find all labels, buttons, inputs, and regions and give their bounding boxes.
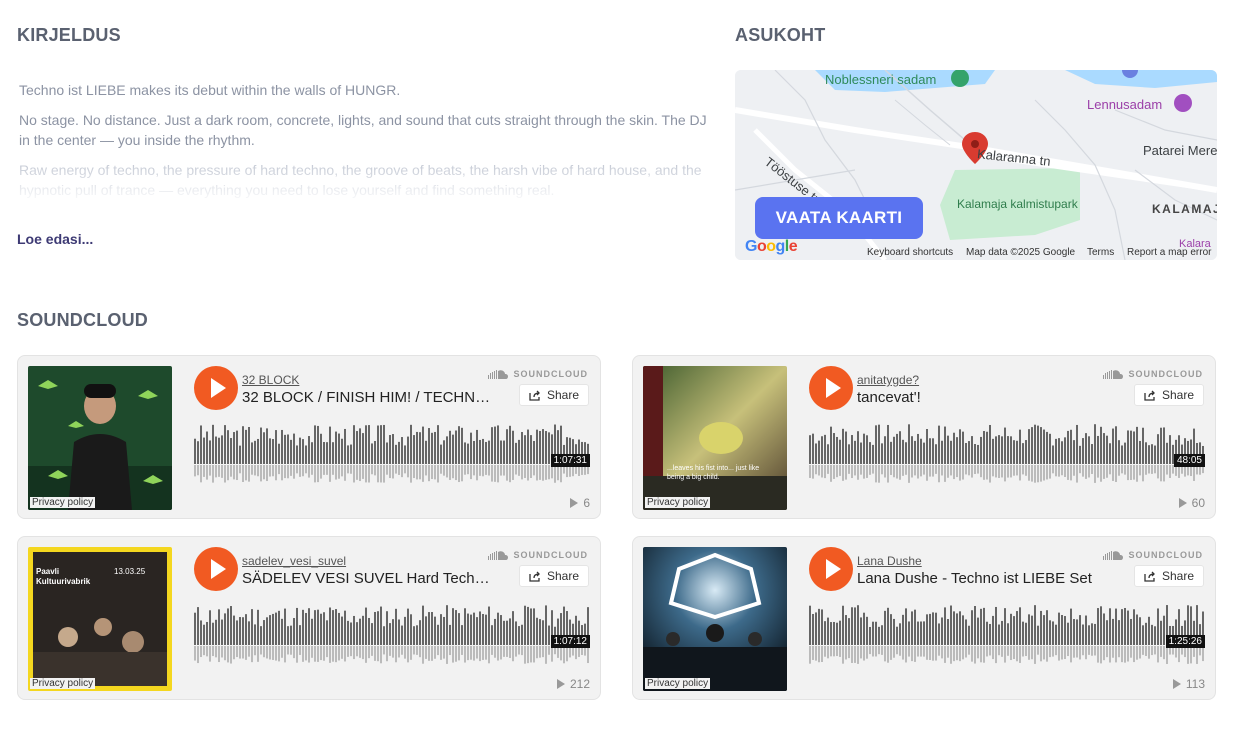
map-label-kalamaja: KALAMAJ	[1152, 202, 1217, 216]
track-title[interactable]: SÄDELEV VESI SUVEL Hard Techno Set	[242, 570, 492, 587]
share-icon	[529, 390, 540, 401]
soundcloud-brand-text: SOUNDCLOUD	[1128, 550, 1203, 560]
play-count-value: 6	[583, 496, 590, 510]
play-button[interactable]	[194, 366, 238, 410]
track-user-link[interactable]: sadelev_vesi_suvel	[242, 554, 346, 568]
play-count-value: 60	[1191, 496, 1205, 510]
soundcloud-logo[interactable]: SOUNDCLOUD	[1102, 369, 1204, 379]
track-duration: 1:25:26	[1165, 635, 1205, 648]
privacy-policy-link[interactable]: Privacy policy	[30, 678, 96, 689]
map-report-link[interactable]: Report a map error	[1127, 247, 1211, 258]
track-user-link[interactable]: Lana Dushe	[857, 554, 922, 568]
soundcloud-cloud-icon	[1102, 369, 1123, 379]
play-count-value: 212	[569, 677, 590, 691]
description-paragraph-3: Raw energy of techno, the pressure of ha…	[19, 162, 702, 198]
track-duration: 1:07:31	[550, 454, 590, 467]
play-icon	[826, 378, 841, 398]
privacy-policy-link[interactable]: Privacy policy	[645, 497, 711, 508]
map-terms-link[interactable]: Terms	[1087, 247, 1114, 258]
description-fade: Raw energy of techno, the pressure of ha…	[19, 160, 709, 200]
share-icon	[529, 571, 540, 582]
soundcloud-brand-text: SOUNDCLOUD	[513, 550, 588, 560]
description-paragraph-1: Techno ist LIEBE makes its debut within …	[19, 82, 401, 98]
track-user-link[interactable]: 32 BLOCK	[242, 373, 299, 387]
waveform[interactable]	[194, 422, 590, 488]
play-button[interactable]	[809, 366, 853, 410]
track-artwork[interactable]: Privacy policy	[643, 547, 787, 691]
artwork-caption: ...leaves his fist into... just like bei…	[667, 465, 760, 481]
soundcloud-brand-text: SOUNDCLOUD	[513, 369, 588, 379]
play-count-icon	[556, 679, 565, 689]
waveform[interactable]	[194, 603, 590, 669]
location-heading: ASUKOHT	[735, 25, 826, 45]
share-button[interactable]: Share	[518, 384, 589, 406]
play-icon	[211, 559, 226, 579]
play-count: 212	[556, 677, 590, 691]
play-button[interactable]	[809, 547, 853, 591]
waveform[interactable]	[809, 422, 1205, 488]
track-artwork[interactable]: ...leaves his fist into... just like bei…	[643, 366, 787, 510]
soundcloud-player: Privacy policy 32 BLOCK 32 BLOCK / FINIS…	[17, 355, 601, 519]
soundcloud-player: Privacy policy Lana Dushe Lana Dushe - T…	[632, 536, 1216, 700]
map-keyboard-shortcuts[interactable]: Keyboard shortcuts	[867, 247, 953, 258]
share-label: Share	[546, 569, 579, 583]
soundcloud-logo[interactable]: SOUNDCLOUD	[487, 369, 589, 379]
track-duration: 1:07:12	[550, 635, 590, 648]
share-label: Share	[1161, 388, 1194, 402]
artwork-date: 13.03.25	[114, 567, 146, 576]
track-title[interactable]: 32 BLOCK / FINISH HIM! / TECHNO IST LIEB…	[242, 389, 492, 406]
soundcloud-heading: SOUNDCLOUD	[17, 310, 148, 330]
share-button[interactable]: Share	[1133, 565, 1204, 587]
track-title[interactable]: tancevat'!	[857, 389, 1107, 406]
artwork-venue: Paavli Kultuurivabrik	[36, 567, 91, 586]
description-paragraph-2: No stage. No distance. Just a dark room,…	[19, 112, 707, 148]
play-count: 113	[1172, 677, 1205, 691]
soundcloud-cloud-icon	[487, 550, 508, 560]
google-logo: Google	[745, 238, 798, 255]
map-label-patarei: Patarei Merek	[1143, 143, 1217, 158]
play-count-icon	[570, 498, 579, 508]
map-label-lennusadam: Lennusadam	[1087, 97, 1163, 112]
play-count-icon	[1172, 679, 1181, 689]
play-count: 60	[1178, 496, 1205, 510]
soundcloud-brand-text: SOUNDCLOUD	[1128, 369, 1203, 379]
waveform[interactable]	[809, 603, 1205, 669]
track-artwork[interactable]: Paavli Kultuurivabrik 13.03.25 Privacy p…	[28, 547, 172, 691]
map-data-credit: Map data ©2025 Google	[966, 247, 1076, 258]
soundcloud-logo[interactable]: SOUNDCLOUD	[487, 550, 589, 560]
privacy-policy-link[interactable]: Privacy policy	[645, 678, 711, 689]
share-icon	[1144, 390, 1155, 401]
description-heading: KIRJELDUS	[17, 25, 121, 45]
soundcloud-player: Paavli Kultuurivabrik 13.03.25 Privacy p…	[17, 536, 601, 700]
map-label-kalmistupark: Kalamaja kalmistupark	[957, 197, 1078, 211]
track-title[interactable]: Lana Dushe - Techno ist LIEBE Set	[857, 570, 1107, 587]
share-label: Share	[546, 388, 579, 402]
track-duration: 48:05	[1173, 454, 1205, 467]
read-more-link[interactable]: Loe edasi...	[17, 231, 93, 247]
map-label-noblessner: Noblessneri sadam	[825, 72, 937, 87]
play-count: 6	[570, 496, 590, 510]
play-count-icon	[1178, 498, 1187, 508]
location-map[interactable]: Noblessneri sadam Lennusadam Patarei Mer…	[735, 70, 1217, 260]
soundcloud-cloud-icon	[1102, 550, 1123, 560]
play-button[interactable]	[194, 547, 238, 591]
play-icon	[211, 378, 226, 398]
view-map-button[interactable]: VAATA KAARTI	[755, 197, 923, 239]
privacy-policy-link[interactable]: Privacy policy	[30, 497, 96, 508]
play-icon	[826, 559, 841, 579]
description-text: Techno ist LIEBE makes its debut within …	[19, 80, 709, 200]
play-count-value: 113	[1185, 677, 1205, 691]
share-icon	[1144, 571, 1155, 582]
share-button[interactable]: Share	[518, 565, 589, 587]
track-user-link[interactable]: anitatygde?	[857, 373, 919, 387]
share-button[interactable]: Share	[1133, 384, 1204, 406]
track-artwork[interactable]: Privacy policy	[28, 366, 172, 510]
soundcloud-player: ...leaves his fist into... just like bei…	[632, 355, 1216, 519]
share-label: Share	[1161, 569, 1194, 583]
soundcloud-logo[interactable]: SOUNDCLOUD	[1102, 550, 1204, 560]
soundcloud-cloud-icon	[487, 369, 508, 379]
